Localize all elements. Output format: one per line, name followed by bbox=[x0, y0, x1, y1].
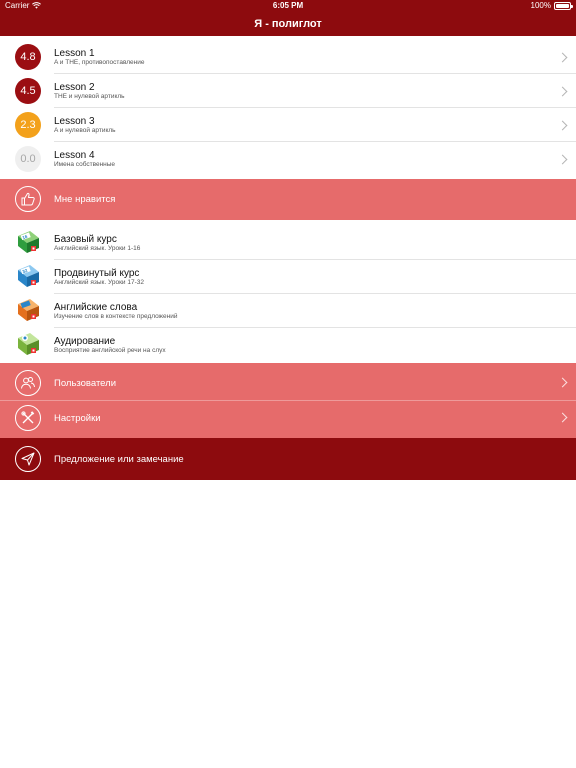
lesson-subtitle: A и THE, противопоставление bbox=[54, 59, 145, 66]
menu-item-settings[interactable]: Настройки bbox=[0, 401, 576, 439]
course-subtitle: Изучение слов в контексте предложений bbox=[54, 313, 178, 320]
book-icon bbox=[18, 299, 39, 321]
course-row-words[interactable]: Английские слова Изучение слов в контекс… bbox=[0, 294, 576, 328]
course-title: Аудирование bbox=[54, 336, 116, 347]
chevron-right-icon bbox=[557, 86, 568, 97]
chevron-right-icon bbox=[557, 52, 568, 63]
lesson-subtitle: A и нулевой артикль bbox=[54, 127, 116, 134]
course-row-advanced[interactable]: 32 Продвинутый курс Английский язык. Уро… bbox=[0, 260, 576, 294]
score-badge: 0.0 bbox=[15, 146, 41, 172]
lesson-title: Lesson 4 bbox=[54, 150, 95, 161]
chevron-right-icon bbox=[557, 154, 568, 165]
clock: 6:05 PM bbox=[272, 1, 304, 10]
course-subtitle: Английский язык. Уроки 1-16 bbox=[54, 245, 141, 252]
nav-bar: Я - полиглот bbox=[0, 12, 576, 36]
status-bar: Carrier 6:05 PM 100% bbox=[0, 0, 576, 12]
score-badge: 4.8 bbox=[15, 44, 41, 70]
battery-icon bbox=[554, 1, 573, 10]
chevron-right-icon bbox=[557, 120, 568, 131]
lesson-title: Lesson 2 bbox=[54, 82, 95, 93]
course-subtitle: Английский язык. Уроки 17-32 bbox=[54, 279, 144, 286]
lesson-row-1[interactable]: 4.8 Lesson 1 A и THE, противопоставление bbox=[0, 40, 576, 74]
feedback-button[interactable]: Предложение или замечание bbox=[0, 438, 576, 480]
course-title: Продвинутый курс bbox=[54, 268, 140, 279]
menu-label: Настройки bbox=[54, 413, 101, 424]
chevron-right-icon bbox=[557, 412, 568, 423]
lesson-row-3[interactable]: 2.3 Lesson 3 A и нулевой артикль bbox=[0, 108, 576, 142]
course-title: Базовый курс bbox=[54, 234, 117, 245]
chevron-right-icon bbox=[557, 377, 568, 388]
book-icon: 16 bbox=[18, 231, 39, 253]
score-badge: 2.3 bbox=[15, 112, 41, 138]
paper-plane-icon bbox=[15, 446, 41, 472]
lesson-row-2[interactable]: 4.5 Lesson 2 THE и нулевой артикль bbox=[0, 74, 576, 108]
course-row-listening[interactable]: Аудирование Восприятие английской речи н… bbox=[0, 328, 576, 362]
lesson-subtitle: THE и нулевой артикль bbox=[54, 93, 125, 100]
battery-percent: 100% bbox=[530, 1, 551, 10]
book-icon bbox=[18, 333, 39, 355]
score-badge: 4.5 bbox=[15, 78, 41, 104]
like-button[interactable]: Мне нравится bbox=[0, 179, 576, 220]
lesson-title: Lesson 1 bbox=[54, 48, 95, 59]
lesson-subtitle: Имена собственные bbox=[54, 161, 116, 168]
course-title: Английские слова bbox=[54, 302, 138, 313]
page-title: Я - полиглот bbox=[254, 18, 322, 30]
course-row-basic[interactable]: 16 Базовый курс Английский язык. Уроки 1… bbox=[0, 226, 576, 260]
tools-icon bbox=[15, 405, 41, 431]
like-label: Мне нравится bbox=[54, 194, 116, 205]
lesson-row-4[interactable]: 0.0 Lesson 4 Имена собственные bbox=[0, 142, 576, 176]
menu-label: Пользователи bbox=[54, 378, 117, 389]
lesson-title: Lesson 3 bbox=[54, 116, 95, 127]
book-icon: 32 bbox=[18, 265, 39, 287]
course-subtitle: Восприятие английской речи на слух bbox=[54, 347, 166, 354]
menu-item-users[interactable]: Пользователи bbox=[0, 363, 576, 401]
thumbs-up-icon bbox=[15, 186, 41, 212]
users-icon bbox=[15, 370, 41, 396]
feedback-label: Предложение или замечание bbox=[54, 454, 184, 465]
